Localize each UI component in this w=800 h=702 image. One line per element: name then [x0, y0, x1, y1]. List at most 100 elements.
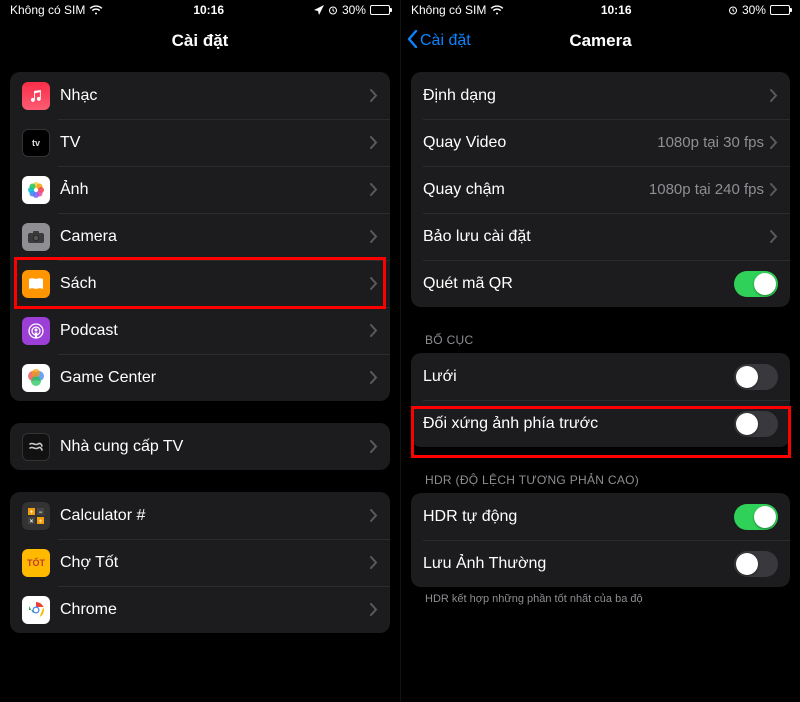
row-tv-provider[interactable]: Nhà cung cấp TV	[10, 423, 390, 470]
chrome-icon	[22, 596, 50, 624]
group-camera-layout: Lưới Đối xứng ảnh phía trước	[411, 353, 790, 447]
row-label: Game Center	[60, 369, 370, 387]
chevron-right-icon	[370, 371, 378, 384]
row-record-slomo[interactable]: Quay chậm 1080p tại 240 fps	[411, 166, 790, 213]
nav-header: Cài đặt	[0, 20, 400, 62]
chevron-right-icon	[770, 230, 778, 243]
row-music[interactable]: Nhạc	[10, 72, 390, 119]
chevron-right-icon	[370, 89, 378, 102]
chevron-right-icon	[370, 230, 378, 243]
row-photos[interactable]: Ảnh	[10, 166, 390, 213]
chevron-right-icon	[370, 509, 378, 522]
row-record-video[interactable]: Quay Video 1080p tại 30 fps	[411, 119, 790, 166]
status-bar: Không có SIM 10:16 30%	[0, 0, 400, 20]
camera-icon	[22, 223, 50, 251]
camera-settings-list[interactable]: Định dạng Quay Video 1080p tại 30 fps Qu…	[401, 62, 800, 702]
chevron-right-icon	[370, 277, 378, 290]
group-camera-main: Định dạng Quay Video 1080p tại 30 fps Qu…	[411, 72, 790, 307]
row-label: Lưu Ảnh Thường	[423, 555, 734, 573]
settings-group-apps: Nhạc tv TV Ảnh Camera	[10, 72, 390, 401]
chevron-right-icon	[370, 324, 378, 337]
row-preserve-settings[interactable]: Bảo lưu cài đặt	[411, 213, 790, 260]
podcast-icon	[22, 317, 50, 345]
chevron-right-icon	[370, 136, 378, 149]
wifi-icon	[490, 5, 504, 15]
section-header-hdr: HDR (ĐỘ LỆCH TƯƠNG PHẢN CAO)	[411, 447, 790, 493]
battery-pct: 30%	[742, 3, 766, 17]
row-label: Quay chậm	[423, 181, 649, 199]
row-label: Lưới	[423, 368, 734, 386]
settings-group-thirdparty: +−×÷ Calculator # TỐT Chợ Tốt Chrome	[10, 492, 390, 633]
screen-camera-settings: Không có SIM 10:16 30% Cài đặt Camera Đị…	[400, 0, 800, 702]
photos-icon	[22, 176, 50, 204]
hdr-footnote: HDR kết hợp những phần tốt nhất của ba đ…	[411, 587, 790, 605]
battery-icon	[370, 5, 390, 15]
alarm-icon	[728, 5, 738, 15]
wifi-icon	[89, 5, 103, 15]
toggle-keep-normal[interactable]	[734, 551, 778, 577]
row-label: Chrome	[60, 601, 370, 619]
row-game-center[interactable]: Game Center	[10, 354, 390, 401]
group-camera-hdr: HDR tự động Lưu Ảnh Thường	[411, 493, 790, 587]
settings-list[interactable]: Nhạc tv TV Ảnh Camera	[0, 62, 400, 702]
tv-icon: tv	[22, 129, 50, 157]
calculator-icon: +−×÷	[22, 502, 50, 530]
chevron-left-icon	[407, 30, 418, 53]
row-label: Bảo lưu cài đặt	[423, 228, 770, 246]
row-books[interactable]: Sách	[10, 260, 390, 307]
carrier-text: Không có SIM	[411, 3, 486, 17]
status-bar: Không có SIM 10:16 30%	[401, 0, 800, 20]
row-tv[interactable]: tv TV	[10, 119, 390, 166]
row-label: Nhà cung cấp TV	[60, 438, 370, 456]
row-label: Nhạc	[60, 87, 370, 105]
row-auto-hdr[interactable]: HDR tự động	[411, 493, 790, 540]
chevron-right-icon	[770, 89, 778, 102]
row-formats[interactable]: Định dạng	[411, 72, 790, 119]
page-title: Cài đặt	[172, 31, 229, 51]
row-camera[interactable]: Camera	[10, 213, 390, 260]
toggle-grid[interactable]	[734, 364, 778, 390]
row-chrome[interactable]: Chrome	[10, 586, 390, 633]
back-button[interactable]: Cài đặt	[407, 20, 471, 62]
chevron-right-icon	[770, 183, 778, 196]
toggle-scan-qr[interactable]	[734, 271, 778, 297]
row-label: TV	[60, 134, 370, 152]
row-grid[interactable]: Lưới	[411, 353, 790, 400]
row-label: Đối xứng ảnh phía trước	[423, 415, 734, 433]
back-label: Cài đặt	[420, 32, 471, 50]
svg-text:−: −	[39, 510, 43, 516]
row-label: Camera	[60, 228, 370, 246]
row-podcast[interactable]: Podcast	[10, 307, 390, 354]
row-label: Calculator #	[60, 507, 370, 525]
location-icon	[314, 5, 324, 15]
chevron-right-icon	[370, 556, 378, 569]
nav-header: Cài đặt Camera	[401, 20, 800, 62]
toggle-auto-hdr[interactable]	[734, 504, 778, 530]
row-label: Chợ Tốt	[60, 554, 370, 572]
chevron-right-icon	[370, 603, 378, 616]
row-label: Quay Video	[423, 134, 657, 152]
row-keep-normal[interactable]: Lưu Ảnh Thường	[411, 540, 790, 587]
carrier-text: Không có SIM	[10, 3, 85, 17]
chotot-icon: TỐT	[22, 549, 50, 577]
row-cho-tot[interactable]: TỐT Chợ Tốt	[10, 539, 390, 586]
row-calculator[interactable]: +−×÷ Calculator #	[10, 492, 390, 539]
toggle-mirror-front[interactable]	[734, 411, 778, 437]
battery-icon	[770, 5, 790, 15]
game-center-icon	[22, 364, 50, 392]
row-label: Ảnh	[60, 181, 370, 199]
clock-time: 10:16	[193, 3, 224, 17]
svg-text:×: ×	[30, 519, 34, 525]
music-icon	[22, 82, 50, 110]
clock-time: 10:16	[601, 3, 632, 17]
battery-pct: 30%	[342, 3, 366, 17]
row-label: Podcast	[60, 322, 370, 340]
tv-provider-icon	[22, 433, 50, 461]
row-label: HDR tự động	[423, 508, 734, 526]
page-title: Camera	[569, 31, 631, 51]
books-icon	[22, 270, 50, 298]
row-scan-qr[interactable]: Quét mã QR	[411, 260, 790, 307]
section-header-layout: BỐ CỤC	[411, 307, 790, 353]
row-mirror-front[interactable]: Đối xứng ảnh phía trước	[411, 400, 790, 447]
row-value: 1080p tại 240 fps	[649, 181, 764, 198]
